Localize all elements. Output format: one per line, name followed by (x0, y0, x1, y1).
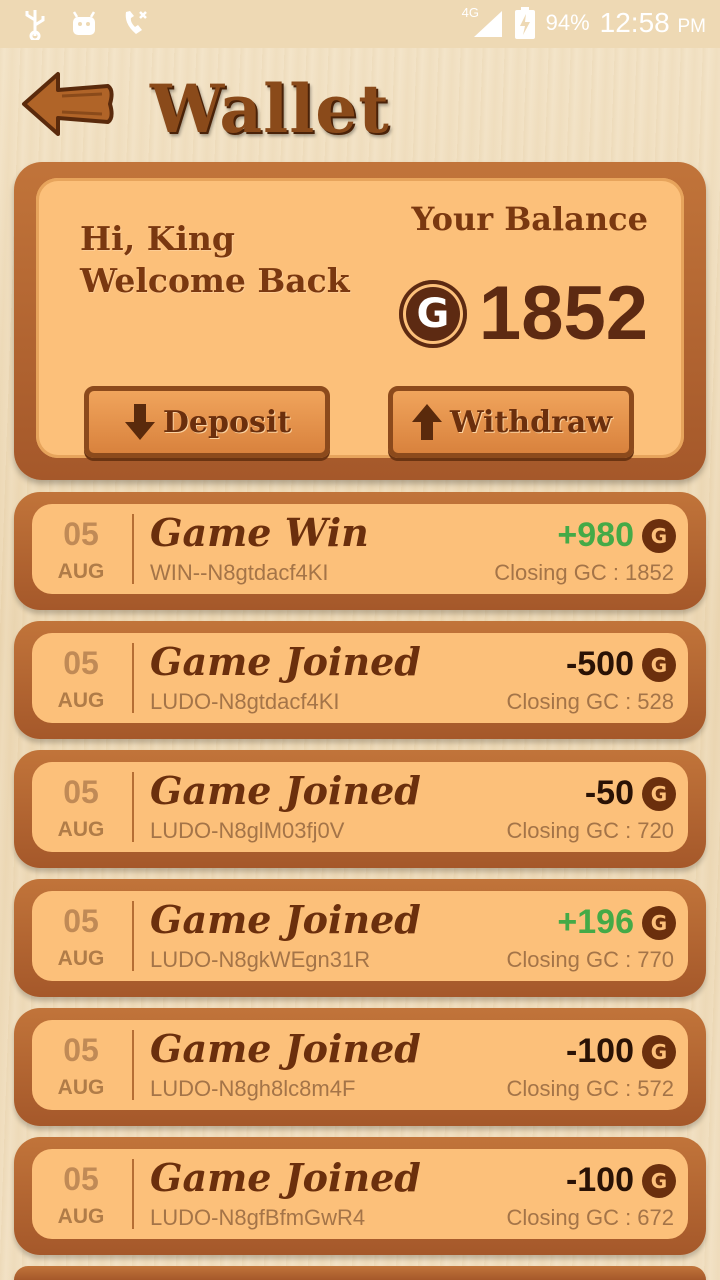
status-bar: 4G 94% 12:58 PM (0, 0, 720, 48)
transaction-amount-row: -50 G (585, 774, 676, 813)
coin-icon: G (642, 518, 676, 553)
transaction-title: Game Joined (150, 768, 421, 813)
transaction-item-partial[interactable] (14, 1266, 706, 1280)
transaction-panel: 05 AUG Game Win WIN--N8gtdacf4KI +980 G … (32, 504, 688, 594)
transaction-amount-row: +196 G (557, 903, 676, 942)
divider (132, 643, 134, 713)
divider (132, 772, 134, 842)
wooden-back-arrow-icon (22, 72, 114, 136)
transaction-title: Game Joined (150, 897, 421, 942)
coin-icon: G (642, 1034, 676, 1069)
divider (132, 901, 134, 971)
transaction-amount: -500 (565, 645, 634, 683)
transaction-item[interactable]: 05 AUG Game Joined LUDO-N8gkWEgn31R +196… (14, 879, 706, 997)
closing-balance: Closing GC : 1852 (494, 560, 674, 585)
greeting: Hi, King Welcome Back (80, 218, 350, 302)
transaction-month: AUG (57, 1205, 105, 1228)
transaction-day: 05 (63, 1032, 99, 1068)
balance-value: 1852 (478, 271, 648, 356)
header: Wallet (0, 48, 720, 158)
transaction-month: AUG (57, 947, 105, 970)
transaction-ref: LUDO-N8glM03fj0V (150, 818, 345, 843)
transaction-ref: LUDO-N8gfBfmGwR4 (150, 1205, 366, 1230)
coin-icon: G (642, 647, 676, 682)
greeting-welcome: Welcome Back (80, 261, 350, 300)
divider (132, 1159, 134, 1229)
transaction-day: 05 (63, 645, 99, 681)
clock-ampm: PM (677, 16, 707, 37)
transaction-title: Game Joined (150, 639, 421, 684)
transaction-panel: 05 AUG Game Joined LUDO-N8gkWEgn31R +196… (32, 891, 688, 981)
transaction-item[interactable]: 05 AUG Game Win WIN--N8gtdacf4KI +980 G … (14, 492, 706, 610)
page-title: Wallet (150, 70, 390, 148)
closing-balance: Closing GC : 720 (506, 818, 674, 843)
arrow-up-icon (411, 404, 442, 440)
transaction-amount: +196 (557, 903, 634, 941)
transaction-item[interactable]: 05 AUG Game Joined LUDO-N8gtdacf4KI -500… (14, 621, 706, 739)
usb-icon (22, 8, 48, 40)
signal-icon: 4G (462, 5, 504, 39)
transaction-day: 05 (63, 1161, 99, 1197)
transaction-ref: LUDO-N8gkWEgn31R (150, 947, 371, 972)
battery-percent: 94% (545, 10, 590, 35)
coin-icon: G (642, 776, 676, 811)
withdraw-button[interactable]: Withdraw (388, 386, 634, 458)
transaction-day: 05 (63, 903, 99, 939)
transaction-amount: +980 (557, 516, 634, 554)
divider (132, 514, 134, 584)
closing-balance: Closing GC : 672 (506, 1205, 674, 1230)
deposit-button[interactable]: Deposit (84, 386, 330, 458)
transaction-amount-row: -500 G (566, 645, 676, 684)
transaction-month: AUG (57, 689, 105, 712)
transaction-item[interactable]: 05 AUG Game Joined LUDO-N8glM03fj0V -50 … (14, 750, 706, 868)
transaction-day: 05 (63, 516, 99, 552)
transaction-panel: 05 AUG Game Joined LUDO-N8gfBfmGwR4 -100… (32, 1149, 688, 1239)
transaction-item[interactable]: 05 AUG Game Joined LUDO-N8gfBfmGwR4 -100… (14, 1137, 706, 1255)
balance-amount-row: G 1852 (398, 270, 648, 357)
clock: 12:58 PM (600, 7, 706, 39)
back-button[interactable] (20, 68, 116, 140)
transaction-month: AUG (57, 1076, 105, 1099)
closing-balance: Closing GC : 528 (506, 689, 674, 714)
coin-icon: G (642, 905, 676, 940)
transaction-panel: 05 AUG Game Joined LUDO-N8gh8lc8m4F -100… (32, 1020, 688, 1110)
transaction-item[interactable]: 05 AUG Game Joined LUDO-N8gh8lc8m4F -100… (14, 1008, 706, 1126)
network-label: 4G (461, 5, 479, 20)
transaction-title: Game Joined (150, 1155, 421, 1200)
transaction-month: AUG (57, 560, 105, 583)
deposit-label: Deposit (162, 404, 292, 440)
transaction-ref: WIN--N8gtdacf4KI (150, 560, 329, 585)
balance-label: Your Balance (411, 200, 648, 238)
transaction-amount-row: -100 G (566, 1161, 676, 1200)
transaction-day: 05 (63, 774, 99, 810)
transaction-ref: LUDO-N8gh8lc8m4F (150, 1076, 356, 1101)
transaction-amount: -100 (565, 1032, 634, 1070)
greeting-name: Hi, King (80, 219, 235, 258)
closing-balance: Closing GC : 572 (506, 1076, 674, 1101)
arrow-down-icon (124, 404, 155, 440)
clock-time: 12:58 (599, 7, 670, 38)
battery-charging-icon (514, 6, 536, 40)
divider (132, 1030, 134, 1100)
closing-balance: Closing GC : 770 (506, 947, 674, 972)
coin-icon: G (398, 279, 467, 348)
withdraw-label: Withdraw (449, 404, 613, 440)
coin-icon: G (642, 1163, 676, 1198)
transaction-amount-row: +980 G (557, 516, 676, 555)
transaction-amount: -50 (584, 774, 634, 812)
transaction-amount-row: -100 G (566, 1032, 676, 1071)
transaction-title: Game Joined (150, 1026, 421, 1071)
transaction-panel: 05 AUG Game Joined LUDO-N8gtdacf4KI -500… (32, 633, 688, 723)
transaction-title: Game Win (150, 510, 369, 555)
missed-call-icon (120, 8, 152, 40)
transaction-ref: LUDO-N8gtdacf4KI (150, 689, 340, 714)
balance-card-panel: Hi, King Welcome Back Your Balance G 185… (36, 178, 684, 458)
android-icon (70, 9, 98, 39)
transaction-amount: -100 (565, 1161, 634, 1199)
transaction-month: AUG (57, 818, 105, 841)
transaction-panel: 05 AUG Game Joined LUDO-N8glM03fj0V -50 … (32, 762, 688, 852)
balance-card: Hi, King Welcome Back Your Balance G 185… (14, 162, 706, 480)
